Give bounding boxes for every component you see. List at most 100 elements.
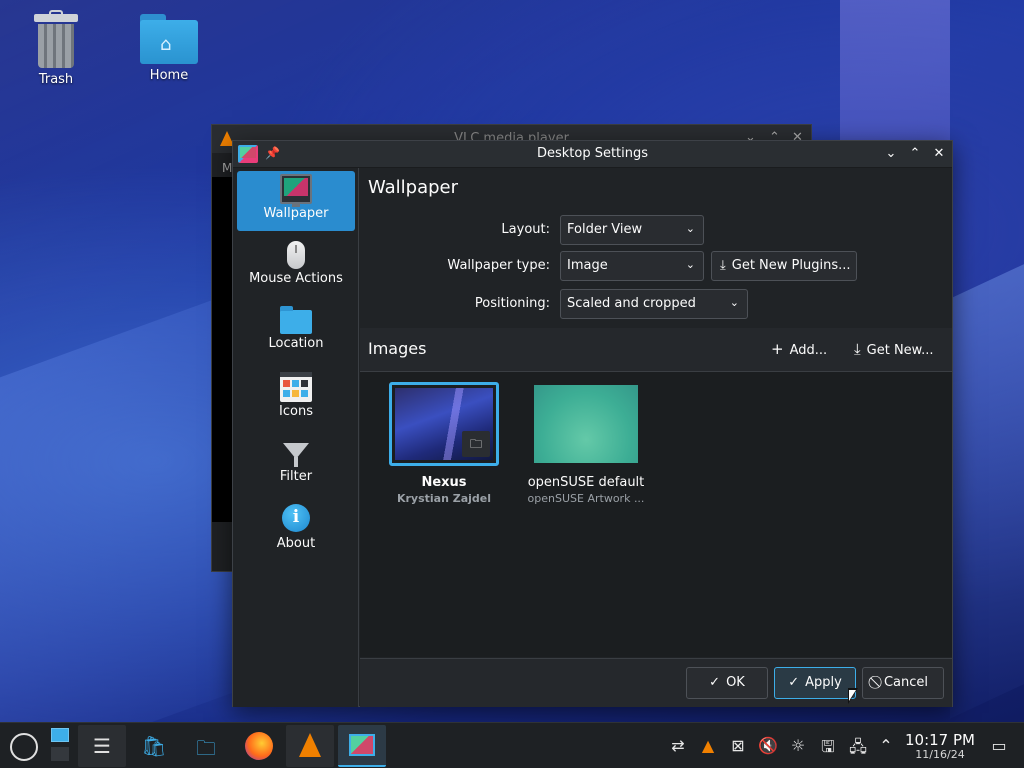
chevron-down-icon: ⌄ <box>729 296 739 309</box>
page-title: Wallpaper <box>368 177 459 198</box>
vlc-icon <box>299 733 321 757</box>
sidebar-item-mouse-actions[interactable]: Mouse Actions <box>237 237 355 297</box>
brightness-icon[interactable]: ☼ <box>787 736 809 755</box>
mouse-icon <box>287 241 305 269</box>
disk-icon[interactable]: 🖫 <box>817 736 839 763</box>
close-icon[interactable]: ✕ <box>929 144 949 164</box>
store-icon: 🛍 <box>141 734 167 758</box>
chevron-down-icon: ⌄ <box>685 258 695 271</box>
ok-label: OK <box>726 675 745 690</box>
dialog-footer: ✓ OK ✓ Apply ⃠Cancel <box>360 658 952 707</box>
sidebar-item-about[interactable]: About <box>237 501 355 561</box>
trash-icon <box>34 10 78 68</box>
wallpaper-thumbnail-nexus[interactable]: 🗀 Nexus Krystian Zajdel <box>384 382 504 505</box>
apply-label: Apply <box>805 675 842 690</box>
sidebar-item-location[interactable]: Location <box>237 303 355 363</box>
desktop-home[interactable]: ⌂ Home <box>124 14 214 83</box>
application-launcher[interactable] <box>2 725 46 767</box>
settings-sliders-icon: ☰ <box>93 734 111 758</box>
clock-time: 10:17 PM <box>905 731 975 749</box>
ok-button[interactable]: ✓ OK <box>686 667 768 699</box>
taskbar-discover[interactable]: 🛍 <box>130 725 178 767</box>
settings-content: Wallpaper Layout: Folder View ⌄ Wallpape… <box>360 168 952 707</box>
cancel-button[interactable]: ⃠Cancel <box>862 667 944 699</box>
opensuse-logo-icon <box>10 733 38 761</box>
sidebar-item-label: Location <box>268 336 324 351</box>
wallpaper-type-combobox[interactable]: Image ⌄ <box>560 251 704 281</box>
positioning-combobox[interactable]: Scaled and cropped ⌄ <box>560 289 748 319</box>
folder-icon <box>280 306 312 334</box>
firefox-icon <box>245 732 273 760</box>
sidebar-item-label: Icons <box>279 404 313 419</box>
checkmark-icon: ✓ <box>709 675 721 690</box>
icons-icon <box>280 372 312 402</box>
get-new-wallpapers-button[interactable]: ⤓ Get New... <box>854 340 934 358</box>
wallpaper-author: openSUSE Artwork ... <box>527 492 645 505</box>
wallpaper-preview: 🗀 <box>389 382 499 466</box>
sidebar-item-label: Mouse Actions <box>249 271 343 286</box>
desktop-settings-dialog[interactable]: 📌 Desktop Settings ⌄ ⌃ ✕ Wallpaper Mouse… <box>232 140 953 707</box>
apply-button[interactable]: ✓ Apply <box>774 667 856 699</box>
mouse-cursor <box>848 688 858 704</box>
monitor-icon <box>280 174 312 207</box>
download-icon: ⤓ <box>854 340 861 358</box>
desktop-icon-label: Home <box>149 68 189 83</box>
file-manager-icon: 🗀 <box>196 736 216 760</box>
open-folder-icon[interactable]: 🗀 <box>462 431 490 457</box>
layout-row: Layout: Folder View ⌄ <box>360 215 952 245</box>
taskbar-system-settings[interactable]: ☰ <box>78 725 126 767</box>
plus-icon: + <box>771 340 784 358</box>
wallpaper-name: Nexus <box>421 475 467 490</box>
taskbar-dolphin[interactable]: 🗀 <box>182 725 230 767</box>
wallpaper-pane <box>950 261 1024 719</box>
sidebar-item-icons[interactable]: Icons <box>237 369 355 429</box>
chevron-up-icon[interactable]: ⌃ <box>875 736 897 755</box>
layout-combobox[interactable]: Folder View ⌄ <box>560 215 704 245</box>
pager[interactable] <box>48 725 72 767</box>
volume-muted-icon[interactable]: 🔇 <box>757 736 779 755</box>
info-icon <box>282 504 310 532</box>
taskbar: ☰ 🛍 🗀 ⇄ ▲ ⊠ 🔇 ☼ 🖫 🖧 ⌃ 10:17 PM 11/16/24 … <box>0 722 1024 768</box>
layout-value: Folder View <box>567 222 643 237</box>
network-icon[interactable]: 🖧 <box>847 736 869 763</box>
sidebar-item-wallpaper[interactable]: Wallpaper <box>237 171 355 231</box>
wallpaper-thumbnail-opensuse[interactable]: openSUSE default openSUSE Artwork ... <box>526 382 646 505</box>
clock[interactable]: 10:17 PM 11/16/24 <box>900 731 980 761</box>
desktop-trash[interactable]: Trash <box>11 10 101 87</box>
sidebar-item-label: Filter <box>279 469 313 484</box>
wallpaper-grid: 🗀 Nexus Krystian Zajdel openSUSE default… <box>360 372 952 657</box>
download-icon: ⤓ <box>720 258 726 273</box>
dialog-titlebar[interactable]: 📌 Desktop Settings ⌄ ⌃ ✕ <box>233 141 952 168</box>
show-desktop-icon[interactable]: ▭ <box>988 736 1010 755</box>
sidebar-item-label: Wallpaper <box>263 206 329 221</box>
taskbar-desktop-settings[interactable] <box>338 725 386 767</box>
images-header: Images + Add... ⤓ Get New... <box>360 328 952 371</box>
get-new-plugins-button[interactable]: ⤓ Get New Plugins... <box>711 251 857 281</box>
sidebar-item-label: About <box>276 536 316 551</box>
wallpaper-author: Krystian Zajdel <box>396 492 492 505</box>
vlc-tray-icon[interactable]: ▲ <box>697 736 719 755</box>
desktop-icon-label: Trash <box>38 72 74 87</box>
sidebar-item-filter[interactable]: Filter <box>237 435 355 495</box>
wallpaper-preview <box>531 382 641 466</box>
vlc-menu-item[interactable]: M <box>222 161 232 175</box>
cancel-label: Cancel <box>883 675 929 690</box>
desktop-pager-icon <box>51 747 69 761</box>
add-image-label: Add... <box>789 343 828 358</box>
taskbar-vlc[interactable] <box>286 725 334 767</box>
maximize-icon[interactable]: ⌃ <box>905 144 925 164</box>
get-new-wallpapers-label: Get New... <box>866 343 934 358</box>
home-folder-icon: ⌂ <box>140 14 198 64</box>
add-image-button[interactable]: + Add... <box>771 340 827 358</box>
taskbar-firefox[interactable] <box>234 725 282 767</box>
wallpaper-type-value: Image <box>567 258 608 273</box>
desktop-settings-app-icon <box>349 734 375 756</box>
clock-date: 11/16/24 <box>915 748 965 761</box>
images-heading: Images <box>368 339 427 358</box>
wallpaper-type-row: Wallpaper type: Image ⌄ ⤓ Get New Plugins… <box>360 251 952 281</box>
desktop-pager-icon <box>51 728 69 742</box>
vlc-video-area <box>212 177 234 522</box>
image-icon[interactable]: ⊠ <box>727 736 749 755</box>
minimize-icon[interactable]: ⌄ <box>881 144 901 164</box>
kde-connect-icon[interactable]: ⇄ <box>667 736 689 755</box>
